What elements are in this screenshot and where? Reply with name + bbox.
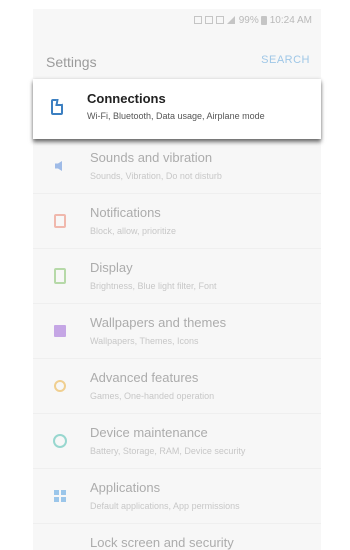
settings-header: Settings SEARCH xyxy=(33,42,321,78)
maintenance-icon xyxy=(51,432,69,450)
item-title: Wallpapers and themes xyxy=(90,315,227,330)
item-subtitle: Block, allow, prioritize xyxy=(90,226,177,236)
status-icon-2 xyxy=(204,16,213,24)
gear-icon xyxy=(51,377,69,395)
item-subtitle: Battery, Storage, RAM, Device security xyxy=(90,446,246,456)
settings-item-sounds[interactable]: Sounds and vibration Sounds, Vibration, … xyxy=(33,139,321,194)
settings-item-lock-screen[interactable]: Lock screen and security xyxy=(33,524,321,550)
settings-item-maintenance[interactable]: Device maintenance Battery, Storage, RAM… xyxy=(33,414,321,469)
settings-item-display[interactable]: Display Brightness, Blue light filter, F… xyxy=(33,249,321,304)
item-title: Advanced features xyxy=(90,370,199,385)
item-subtitle: Sounds, Vibration, Do not disturb xyxy=(90,171,222,181)
status-bar: 99% 10:24 AM xyxy=(33,9,321,31)
search-button[interactable]: SEARCH xyxy=(261,54,310,66)
display-icon xyxy=(51,267,69,285)
settings-item-advanced[interactable]: Advanced features Games, One-handed oper… xyxy=(33,359,321,414)
apps-icon xyxy=(51,487,69,505)
settings-list: Sounds and vibration Sounds, Vibration, … xyxy=(33,84,321,550)
notification-icon xyxy=(51,212,69,230)
item-subtitle: Wallpapers, Themes, Icons xyxy=(90,336,199,346)
item-title: Device maintenance xyxy=(90,425,208,440)
item-title: Display xyxy=(90,260,133,275)
item-subtitle: Default applications, App permissions xyxy=(90,501,240,511)
settings-item-notifications[interactable]: Notifications Block, allow, prioritize xyxy=(33,194,321,249)
connections-card[interactable]: Connections Wi-Fi, Bluetooth, Data usage… xyxy=(33,79,321,139)
connections-subtitle: Wi-Fi, Bluetooth, Data usage, Airplane m… xyxy=(87,111,265,121)
item-title: Applications xyxy=(90,480,161,495)
status-icon-1 xyxy=(193,16,202,24)
speaker-icon xyxy=(51,157,69,175)
status-icons xyxy=(193,16,235,24)
item-subtitle: Games, One-handed operation xyxy=(90,391,215,401)
connections-title: Connections xyxy=(87,91,166,106)
page-title: Settings xyxy=(46,54,97,70)
signal-icon xyxy=(226,16,235,24)
battery-percent: 99% xyxy=(238,14,259,26)
item-subtitle: Brightness, Blue light filter, Font xyxy=(90,281,217,291)
wallpaper-icon xyxy=(51,322,69,340)
status-icon-3 xyxy=(215,16,224,24)
item-title: Sounds and vibration xyxy=(90,150,213,165)
settings-item-applications[interactable]: Applications Default applications, App p… xyxy=(33,469,321,524)
tablet-icon xyxy=(51,99,69,117)
settings-item-wallpapers[interactable]: Wallpapers and themes Wallpapers, Themes… xyxy=(33,304,321,359)
battery-icon xyxy=(260,15,267,25)
item-title: Lock screen and security xyxy=(90,535,234,550)
time: 10:24 AM xyxy=(269,14,312,26)
item-title: Notifications xyxy=(90,205,161,220)
